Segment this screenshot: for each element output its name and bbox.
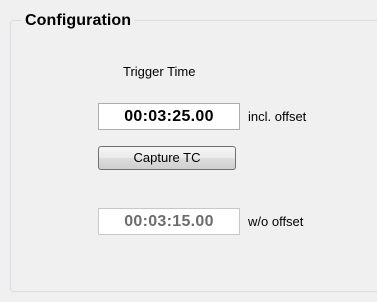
incl-offset-label: incl. offset bbox=[248, 109, 307, 124]
wo-offset-label: w/o offset bbox=[248, 214, 304, 229]
trigger-time-incl-offset-input[interactable] bbox=[98, 103, 240, 130]
capture-tc-button[interactable]: Capture TC bbox=[98, 146, 236, 170]
groupbox-title: Configuration bbox=[22, 11, 135, 31]
trigger-time-label: Trigger Time bbox=[123, 64, 196, 79]
trigger-time-wo-offset-field bbox=[98, 208, 240, 235]
